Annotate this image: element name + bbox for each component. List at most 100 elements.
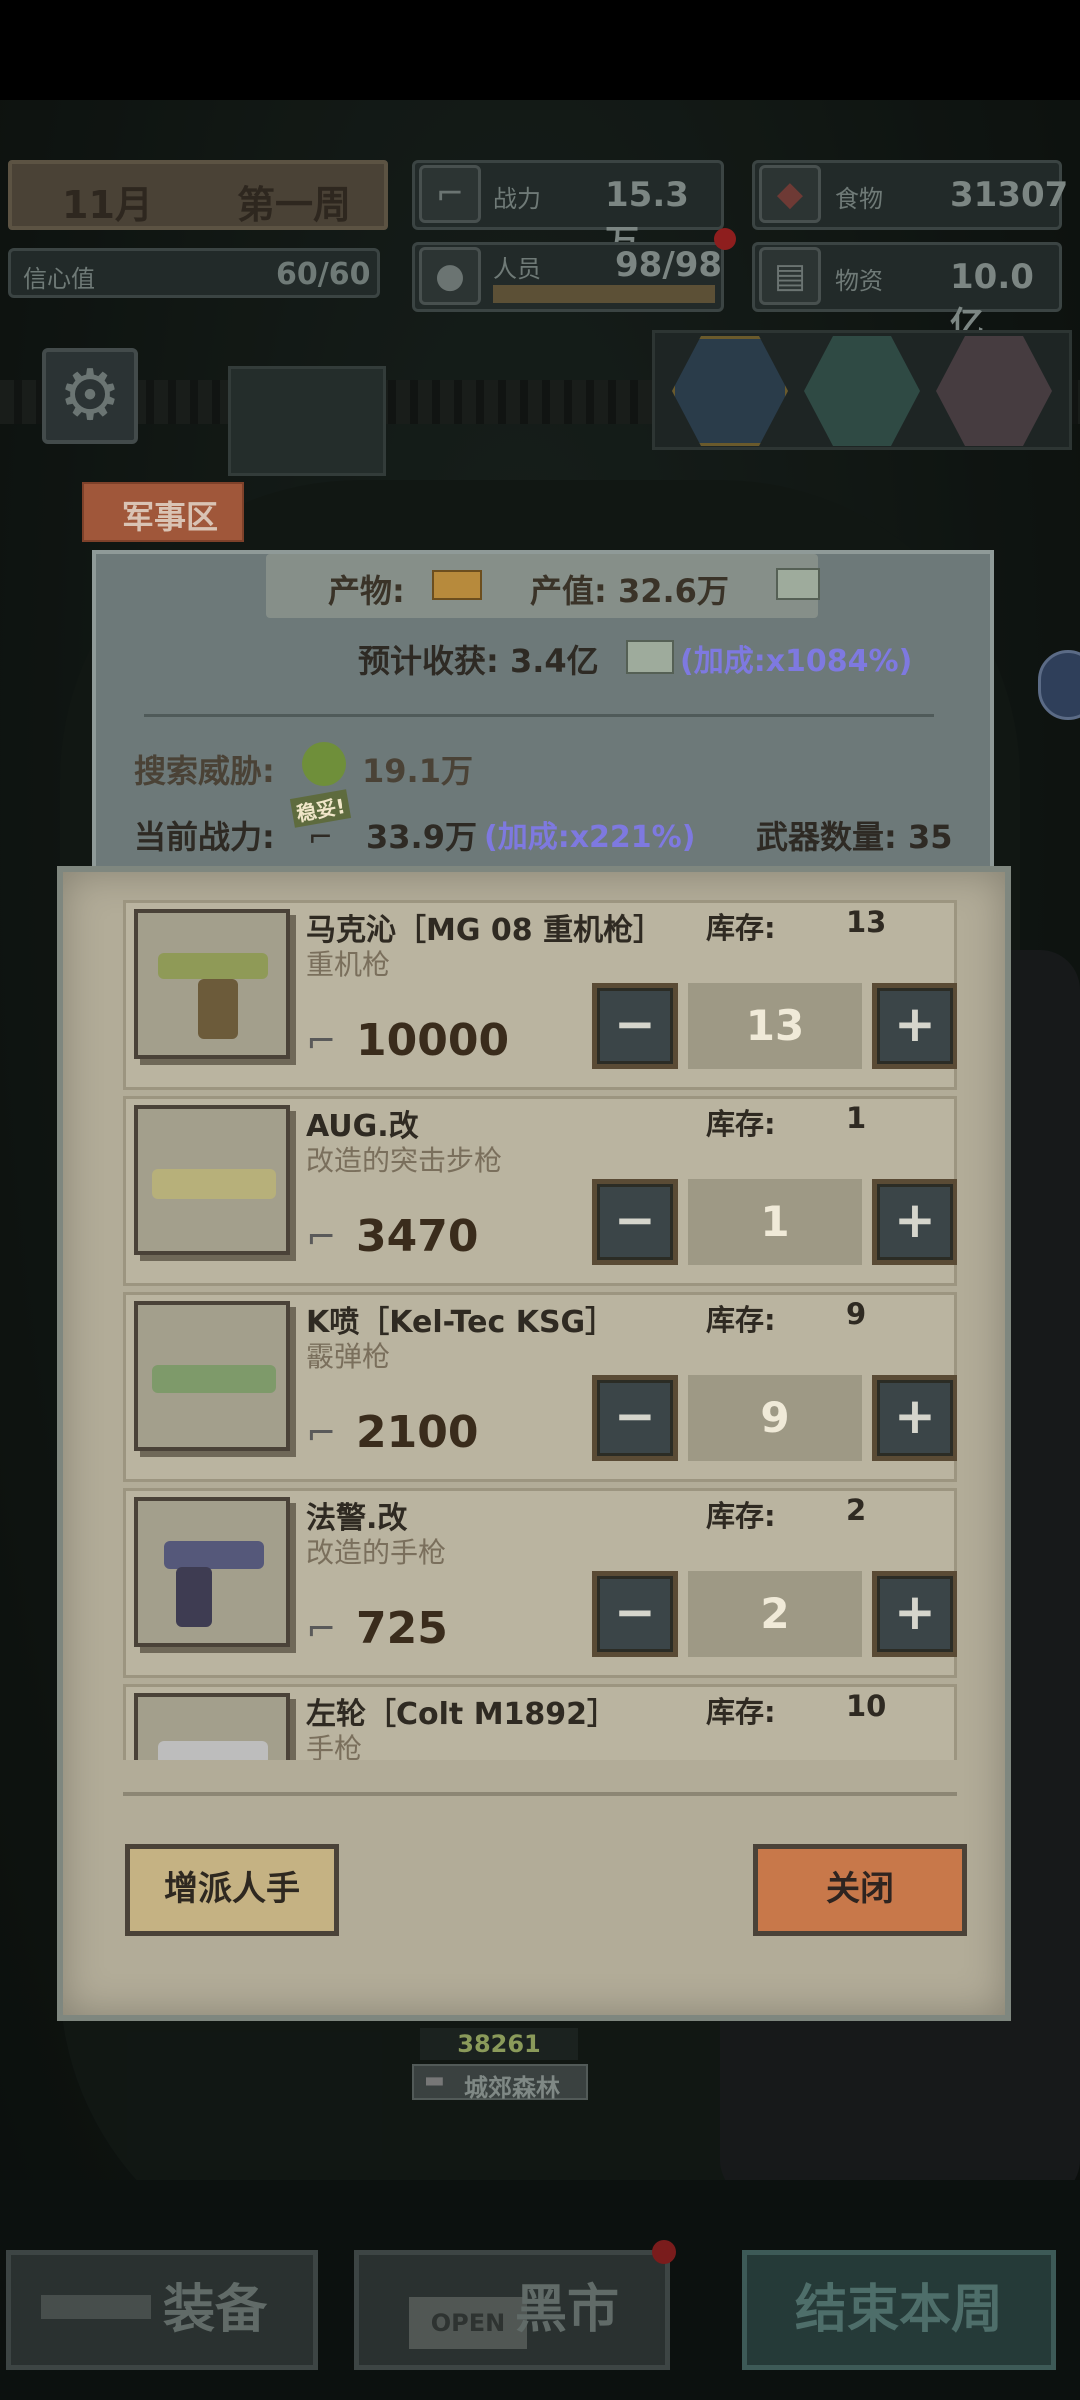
panel-divider (144, 714, 934, 717)
decrease-button[interactable]: − (592, 1375, 678, 1461)
stock-label: 库存: (706, 1695, 776, 1729)
aug-rifle-image (134, 1105, 290, 1255)
pistol-image (134, 1497, 290, 1647)
threat-value: 19.1万 (362, 752, 473, 790)
cash-stack-icon (626, 640, 674, 674)
stock-label: 库存: (706, 1107, 776, 1141)
product-label: 产物: (328, 572, 405, 610)
stock-value: 10 (846, 1689, 887, 1723)
weapon-power: 725 (356, 1603, 448, 1654)
truck-icon: ▬ (424, 2068, 445, 2093)
stock-value: 2 (846, 1493, 867, 1527)
gear-icon: ⚙ (58, 354, 122, 436)
gun-icon: ⌐ (306, 1021, 337, 1062)
staff-label: 人员 (493, 255, 541, 283)
quantity-value: 9 (688, 1375, 862, 1461)
staff-value: 98/98 (615, 245, 723, 285)
zone-tag: 军事区 (82, 482, 244, 542)
decrease-button[interactable]: − (592, 1571, 678, 1657)
location-marker[interactable]: 38261 ▬ 城郊森林 (412, 2028, 588, 2104)
quantity-value: 2 (688, 1571, 862, 1657)
food-box: ◆ 食物 31307 (752, 160, 1068, 230)
location-name: 城郊森林 (464, 2074, 560, 2102)
stock-value: 1 (846, 1101, 867, 1135)
black-market-button[interactable]: OPEN 黑市 (354, 2250, 670, 2370)
current-power-label: 当前战力: (134, 818, 275, 856)
power-box: ⌐ 战力 15.3万 (412, 160, 724, 263)
quantity-value: 1 (688, 1179, 862, 1265)
location-value: 38261 (420, 2028, 578, 2060)
confidence-bar: 信心值 60/60 (8, 248, 380, 298)
gun-icon: ⌐ (306, 1413, 337, 1454)
weapon-power: 2100 (356, 1407, 479, 1458)
current-power-bonus: (加成:x221%) (484, 820, 696, 855)
weapon-row: 法警.改 改造的手枪 库存: 2 ⌐ 725 − 2 + (123, 1488, 957, 1678)
increase-button[interactable]: + (872, 1179, 957, 1265)
stock-value: 13 (846, 905, 887, 939)
weapon-row: 左轮［Colt M1892］ 手枪 库存: 10 (123, 1684, 957, 1760)
weapon-power: 10000 (356, 1015, 510, 1066)
open-sign-icon: OPEN (409, 2297, 527, 2349)
end-week-button[interactable]: 结束本周 (742, 2250, 1056, 2370)
weapon-list[interactable]: 马克沁［MG 08 重机枪］ 重机枪 库存: 13 ⌐ 10000 − 13 +… (123, 900, 957, 1760)
supplies-box: ▤ 物资 10.0亿 (752, 242, 1062, 345)
floating-assist-button[interactable] (1038, 650, 1080, 720)
gun-icon: ⌐ (306, 1217, 337, 1258)
mummy-icon (302, 742, 346, 786)
market-notify-dot (652, 2240, 676, 2264)
output-value: 产值: 32.6万 (530, 572, 729, 610)
weapon-type: 改造的突击步枪 (306, 1144, 503, 1177)
threat-label: 搜索威胁: (134, 752, 275, 790)
notify-dot (714, 228, 736, 250)
power-label: 战力 (493, 185, 541, 213)
meat-icon: ◆ (759, 165, 821, 223)
week-text: 第一周 (237, 183, 352, 227)
rail-station (228, 366, 386, 476)
weapon-type: 手枪 (306, 1732, 363, 1760)
gun-icon: ⌐ (306, 1609, 337, 1650)
weapon-count: 武器数量: 35 (756, 818, 953, 856)
supplies-label: 物资 (835, 267, 883, 295)
harvest-bonus: (加成:x1084%) (680, 644, 913, 679)
weapon-row: AUG.改 改造的突击步枪 库存: 1 ⌐ 3470 − 1 + (123, 1096, 957, 1286)
list-bottom-divider (123, 1792, 957, 1796)
increase-button[interactable]: + (872, 983, 957, 1069)
zone-info-panel: 产物: 产值: 32.6万 预计收获: 3.4亿 (加成:x1084%) 搜索威… (92, 550, 994, 870)
decrease-button[interactable]: − (592, 1179, 678, 1265)
date-plaque: 11月 第一周 (8, 160, 388, 230)
cash-icon (776, 568, 820, 600)
weapon-type: 重机枪 (306, 948, 391, 981)
close-button[interactable]: 关闭 (753, 1844, 967, 1936)
person-icon: ● (419, 247, 481, 305)
settings-button[interactable]: ⚙ (42, 348, 138, 444)
cash-icon: ▤ (759, 247, 821, 305)
rifle-icon (41, 2295, 151, 2319)
weapon-power: 3470 (356, 1211, 479, 1262)
gold-bars-icon (432, 570, 482, 600)
confidence-label: 信心值 (23, 265, 95, 293)
stock-label: 库存: (706, 1303, 776, 1337)
zone-label: 军事区 (122, 498, 219, 536)
stock-label: 库存: (706, 1499, 776, 1533)
weapon-modal: 马克沁［MG 08 重机枪］ 重机枪 库存: 13 ⌐ 10000 − 13 +… (57, 866, 1011, 2021)
gun-icon: ⌐ (419, 165, 481, 223)
stock-value: 9 (846, 1297, 867, 1331)
equipment-button[interactable]: 装备 (6, 2250, 318, 2370)
increase-button[interactable]: + (872, 1571, 957, 1657)
gun-icon: ⌐ (308, 820, 334, 855)
decrease-button[interactable]: − (592, 983, 678, 1069)
staff-progress (493, 285, 715, 303)
maxim-gun-image (134, 909, 290, 1059)
weapon-type: 改造的手枪 (306, 1536, 447, 1569)
shotgun-image (134, 1301, 290, 1451)
weapon-row: 马克沁［MG 08 重机枪］ 重机枪 库存: 13 ⌐ 10000 − 13 + (123, 900, 957, 1090)
revolver-image (134, 1693, 290, 1760)
month-text: 11月 (62, 183, 153, 227)
increase-button[interactable]: + (872, 1375, 957, 1461)
add-staff-button[interactable]: 增派人手 (125, 1844, 339, 1936)
status-bar (0, 0, 1080, 100)
stock-label: 库存: (706, 911, 776, 945)
quantity-value: 13 (688, 983, 862, 1069)
weapon-row: K喷［Kel-Tec KSG］ 霰弹枪 库存: 9 ⌐ 2100 − 9 + (123, 1292, 957, 1482)
harvest-label: 预计收获: 3.4亿 (358, 642, 599, 680)
